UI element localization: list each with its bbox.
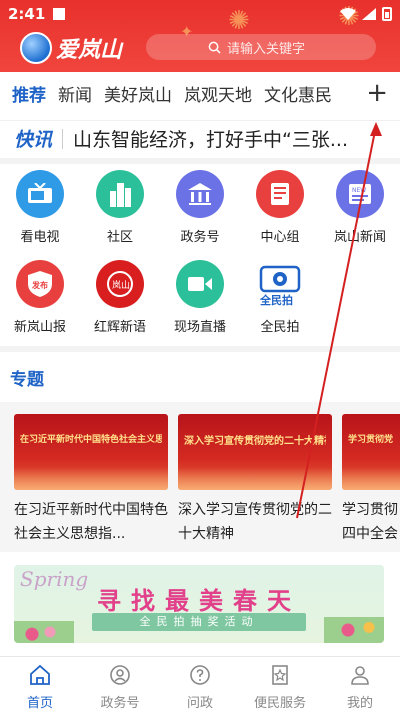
ticker-tag: 快讯 <box>14 129 53 151</box>
channel-tabs: 推荐 新闻 美好岚山 岚观天地 文化惠民 + <box>0 72 400 114</box>
user-icon <box>351 666 369 685</box>
app-name: 爱岚山 <box>56 38 123 63</box>
wifi-icon <box>340 8 356 20</box>
grid-label: 中心组 <box>260 230 300 245</box>
notification-icon <box>53 8 66 20</box>
nav-inquiry[interactable]: 问政 <box>160 657 240 711</box>
nav-home[interactable]: 首页 <box>0 657 80 711</box>
grid-label: 社区 <box>106 230 133 245</box>
nav-label: 便民服务 <box>253 696 306 711</box>
tab-beautiful-lanshan[interactable]: 美好岚山 <box>104 81 172 106</box>
grid-item-new-lanshan-paper[interactable]: 发布 新岚山报 <box>0 260 80 335</box>
grid-label: 新岚山报 <box>13 320 66 335</box>
shield-icon: 发布 <box>16 260 64 308</box>
nav-label: 问政 <box>186 696 213 711</box>
topic-card-title: 学习贯彻四中全会 <box>342 502 398 542</box>
grid-item-center-group[interactable]: 中心组 <box>240 170 320 245</box>
promo-banner[interactable]: Spring 寻找最美春天 全民拍抽奖活动 <box>14 565 384 643</box>
topic-card-image: 在习近平新时代中国特色社会主义思想指引下 <box>14 414 168 490</box>
topic-banner-text: 学习贯彻党 <box>348 435 394 445</box>
grid-label: 全民拍 <box>260 320 300 335</box>
nav-services[interactable]: 便民服务 <box>240 657 320 711</box>
topic-card-image: 学习贯彻党 <box>342 414 400 490</box>
section-title: 专题 <box>10 370 44 390</box>
topic-card-title: 深入学习宣传贯彻党的二十大精神 <box>178 502 332 542</box>
signal-icon <box>362 8 376 20</box>
svg-text:NEW: NEW <box>352 187 366 194</box>
tab-news[interactable]: 新闻 <box>58 81 92 106</box>
add-channel-icon[interactable]: + <box>366 78 388 108</box>
tab-recommend[interactable]: 推荐 <box>12 81 46 106</box>
nav-label: 首页 <box>26 696 53 711</box>
government-icon <box>110 665 130 685</box>
nav-government[interactable]: 政务号 <box>80 657 160 711</box>
search-icon <box>208 41 221 54</box>
grid-label: 看电视 <box>20 230 60 245</box>
question-icon <box>190 665 210 685</box>
app-logo[interactable]: 爱岚山 <box>20 32 122 64</box>
flower-decoration <box>324 617 384 643</box>
building-icon <box>96 170 144 218</box>
grid-item-citizen-photo[interactable]: 全民拍 全民拍 <box>240 260 320 335</box>
grid-item-lanshan-news[interactable]: NEW 岚山新闻 <box>320 170 400 245</box>
grid-item-tv[interactable]: 看电视 <box>0 170 80 245</box>
nav-label: 政务号 <box>100 696 140 711</box>
red-logo-label: 岚山 <box>112 280 130 291</box>
topic-card[interactable]: 学习贯彻党 学习贯彻四中全会 <box>342 414 400 546</box>
search-input[interactable]: 请输入关键字 <box>146 34 376 60</box>
skyline-decoration <box>178 468 332 490</box>
grid-label: 红辉新语 <box>93 320 146 335</box>
flower-decoration <box>14 621 74 643</box>
camera-icon-label: 全民拍 <box>259 293 293 307</box>
news-ticker[interactable]: 快讯 山东智能经济，打好手中“三张... <box>0 120 400 156</box>
grid-label: 现场直播 <box>173 320 226 335</box>
ticker-divider <box>62 128 64 149</box>
topic-card[interactable]: 在习近平新时代中国特色社会主义思想指引下 在习近平新时代中国特色社会主义思想指.… <box>14 414 168 546</box>
nav-profile[interactable]: 我的 <box>320 657 400 711</box>
tv-icon <box>16 170 64 218</box>
battery-icon <box>382 7 392 21</box>
globe-logo-icon <box>20 32 52 64</box>
topic-card[interactable]: 深入学习宣传贯彻党的二十大精神 深入学习宣传贯彻党的二十大精神 <box>178 414 332 546</box>
topic-banner-text: 在习近平新时代中国特色社会主义思想指引下 <box>20 435 162 445</box>
topic-card-title: 在习近平新时代中国特色社会主义思想指... <box>14 502 168 542</box>
star-bookmark-icon <box>272 665 288 685</box>
skyline-decoration <box>14 468 168 490</box>
promo-headline: 寻找最美春天 <box>97 587 301 615</box>
video-icon <box>176 260 224 308</box>
status-bar: 2:41 <box>8 4 392 24</box>
search-placeholder: 请输入关键字 <box>227 41 306 57</box>
tab-culture[interactable]: 文化惠民 <box>264 81 332 106</box>
topic-card-image: 深入学习宣传贯彻党的二十大精神 <box>178 414 332 490</box>
topic-carousel[interactable]: 在习近平新时代中国特色社会主义思想指引下 在习近平新时代中国特色社会主义思想指.… <box>0 402 400 552</box>
grid-item-community[interactable]: 社区 <box>80 170 160 245</box>
nav-label: 我的 <box>346 696 373 711</box>
home-icon <box>30 664 50 685</box>
tab-lanshan-world[interactable]: 岚观天地 <box>184 81 252 106</box>
red-logo-icon: 岚山 <box>96 260 144 308</box>
promo-subtitle: 全民拍抽奖活动 <box>92 613 306 631</box>
topic-banner-text: 深入学习宣传贯彻党的二十大精神 <box>184 436 326 447</box>
camera-icon: 全民拍 <box>256 260 304 308</box>
newspaper-icon: NEW <box>336 170 384 218</box>
grid-label: 岚山新闻 <box>333 230 386 245</box>
ticker-headline[interactable]: 山东智能经济，打好手中“三张... <box>73 125 348 152</box>
shield-icon-label: 发布 <box>31 280 48 290</box>
grid-label: 政务号 <box>180 230 220 245</box>
section-divider <box>0 346 400 352</box>
bottom-nav: 首页 政务号 问政 便民服务 我的 <box>0 656 400 711</box>
grid-item-government[interactable]: 政务号 <box>160 170 240 245</box>
app-header: ✺ ✺ ✦ 2:41 爱岚山 请输入关键字 <box>0 0 400 72</box>
grid-item-live[interactable]: 现场直播 <box>160 260 240 335</box>
section-divider <box>0 158 400 164</box>
grid-item-honghui[interactable]: 岚山 红辉新语 <box>80 260 160 335</box>
government-icon <box>176 170 224 218</box>
skyline-decoration <box>342 468 400 490</box>
document-icon <box>256 170 304 218</box>
status-time: 2:41 <box>8 5 46 23</box>
